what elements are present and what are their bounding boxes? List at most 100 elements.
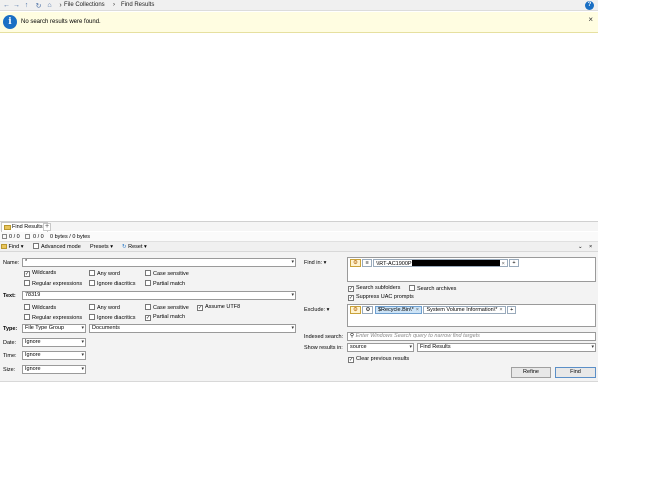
text-any-word-checkbox[interactable]: Any word [89,304,120,311]
checkbox-box [33,243,39,249]
folder-icon [4,225,11,230]
time-select[interactable]: Ignore ▾ [22,351,86,360]
checkbox-box: ✓ [145,315,151,321]
show-results-select[interactable]: source ▾ [347,343,414,352]
info-bar: i No search results were found. × [0,12,598,33]
chevron-down-icon: ▾ [110,244,113,250]
date-select[interactable]: Ignore ▾ [22,338,86,347]
name-regex-checkbox[interactable]: Regular expressions [24,280,82,287]
navigation-bar: ← → ↑ ↻ ⌂ › File Collections › Find Resu… [0,0,598,11]
chevron-down-icon[interactable]: ▾ [291,292,294,299]
chevron-down-icon: ▾ [81,325,84,331]
text-assume-utf8-checkbox[interactable]: ✓ Assume UTF8 [197,304,240,311]
checkbox-box [89,270,95,276]
chevron-down-icon: ▾ [323,260,327,266]
chevron-down-icon: ▾ [291,325,294,331]
name-ignore-diacritics-checkbox[interactable]: Ignore diacritics [89,280,136,287]
indexed-search-input[interactable]: ⚲ Enter Windows Search query to narrow f… [347,332,596,341]
find-in-box[interactable]: ⚙ ≡ \\RT-AC1900P × + [347,257,596,282]
advanced-mode-checkbox[interactable]: Advanced mode [33,243,81,251]
exclude-box[interactable]: ⚙ ⚙ $Recycle.Bin\* × System Volume Inform… [347,304,596,327]
collapse-chevron-icon[interactable]: ⌄ [578,243,583,251]
remove-icon[interactable]: × [416,307,419,313]
tab-find-results[interactable]: Find Results [1,222,48,232]
checkbox-box [24,304,30,310]
chevron-down-icon: ▾ [591,344,594,350]
name-any-word-checkbox[interactable]: Any word [89,270,120,277]
add-exclude-icon[interactable]: + [507,306,517,314]
checkbox-box [145,280,151,286]
chevron-down-icon: ▾ [81,366,84,372]
settings-icon[interactable]: ⚙ [362,306,374,314]
text-input[interactable]: 78319 ▾ [22,291,296,300]
find-menu-button[interactable]: Find ▾ [1,243,24,251]
exclude-item-system-volume[interactable]: System Volume Information\* × [423,306,506,314]
exclude-options-icon[interactable]: ⚙ [350,306,361,314]
breadcrumb-separator-icon: › [113,2,115,8]
info-icon: i [3,15,17,29]
type-group-select[interactable]: Documents ▾ [89,324,296,333]
close-icon[interactable]: × [588,15,593,24]
text-ignore-diacritics-checkbox[interactable]: Ignore diacritics [89,314,136,321]
status-row: 0 / 0 0 / 0 0 bytes / 0 bytes [0,232,598,242]
suppress-uac-checkbox[interactable]: ✓ Suppress UAC prompts [348,294,414,301]
help-icon[interactable]: ? [585,1,594,10]
show-results-label: Show results in: [304,345,343,351]
tab-label: Find Results [12,224,43,230]
breadcrumb-file-collections[interactable]: File Collections [64,2,105,8]
find-in-path-chip[interactable]: \\RT-AC1900P × [373,259,508,267]
clear-previous-checkbox[interactable]: ✓ Clear previous results [348,356,409,363]
remove-icon[interactable]: × [502,261,505,267]
presets-button[interactable]: Presets ▾ [90,243,113,251]
name-partial-match-checkbox[interactable]: Partial match [145,280,185,287]
search-subfolders-checkbox[interactable]: ✓ Search subfolders [348,285,400,292]
refresh-icon[interactable]: ↻ [34,1,43,10]
exclude-item-recycle-bin[interactable]: $Recycle.Bin\* × [374,306,422,314]
status-count-b: 0 / 0 [33,234,44,240]
back-arrow-icon[interactable]: ← [2,1,11,10]
location-options-icon[interactable]: ⚙ [350,259,361,267]
checkbox-box [145,270,151,276]
type-select[interactable]: File Type Group ▾ [22,324,86,333]
size-label: Size: [3,367,16,373]
text-case-sensitive-checkbox[interactable]: Case sensitive [145,304,189,311]
status-count-a: 0 / 0 [9,234,20,240]
find-panel: Name: * ▾ ✓ Wildcards Any word Case sensi… [0,252,598,382]
date-value: Ignore [25,339,41,345]
name-case-sensitive-checkbox[interactable]: Case sensitive [145,270,189,277]
presets-label: Presets [90,244,109,250]
text-wildcards-checkbox[interactable]: Wildcards [24,304,56,311]
tab-strip: Find Results + [0,221,598,232]
checkbox-box: ✓ [24,271,30,277]
checkbox-box [89,304,95,310]
find-button[interactable]: Find [555,367,596,378]
text-regex-checkbox[interactable]: Regular expressions [24,314,82,321]
home-icon[interactable]: ⌂ [45,1,54,10]
list-view-icon[interactable] [2,234,7,239]
search-icon: ⚲ [350,333,355,339]
close-panel-icon[interactable]: × [589,243,592,251]
text-partial-match-checkbox[interactable]: ✓ Partial match [145,314,185,321]
attachment-icon[interactable]: ≡ [362,259,372,267]
refine-button[interactable]: Refine [511,367,551,378]
name-wildcards-checkbox[interactable]: ✓ Wildcards [24,270,56,277]
add-tab-icon[interactable]: + [43,223,51,231]
chevron-down-icon: ▾ [144,244,147,250]
find-in-label[interactable]: Find in: ▾ [304,260,326,266]
type-label: Type: [3,326,18,332]
add-location-icon[interactable]: + [509,259,519,267]
forward-arrow-icon[interactable]: → [12,1,21,10]
exclude-label[interactable]: Exclude: ▾ [304,307,329,313]
remove-icon[interactable]: × [499,307,502,313]
size-value: Ignore [25,366,41,372]
reset-button[interactable]: ↻ Reset ▾ [122,243,147,251]
reset-label: Reset [128,244,143,250]
chevron-down-icon: ▾ [81,352,84,358]
size-select[interactable]: Ignore ▾ [22,365,86,374]
breadcrumb-find-results[interactable]: Find Results [121,2,154,8]
chevron-down-icon[interactable]: ▾ [291,259,294,266]
up-arrow-icon[interactable]: ↑ [22,1,31,10]
name-input[interactable]: * ▾ [22,258,296,267]
search-archives-checkbox[interactable]: Search archives [409,285,456,292]
results-target-select[interactable]: Find Results ▾ [417,343,596,352]
